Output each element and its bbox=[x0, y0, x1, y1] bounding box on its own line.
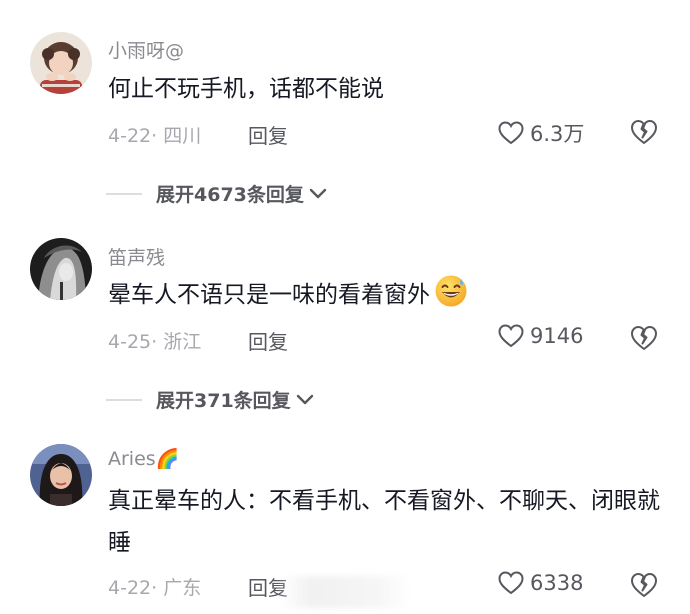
expand-replies-button[interactable]: 展开371条回复 bbox=[106, 386, 315, 413]
comment-text: 晕车人不语只是一味的看着窗外 bbox=[108, 274, 668, 322]
username[interactable]: 笛声残 bbox=[108, 243, 165, 270]
like-count: 6338 bbox=[530, 571, 584, 595]
like-button[interactable]: 9146 bbox=[498, 324, 583, 348]
like-button[interactable]: 6338 bbox=[498, 571, 583, 595]
avatar[interactable] bbox=[30, 444, 92, 506]
broken-heart-icon bbox=[631, 120, 657, 144]
dislike-button[interactable] bbox=[630, 325, 658, 355]
broken-heart-icon bbox=[631, 326, 657, 350]
grinning-sweat-emoji-icon bbox=[434, 274, 468, 322]
reply-button[interactable]: 回复 bbox=[248, 120, 288, 149]
avatar[interactable] bbox=[30, 238, 92, 300]
reply-button[interactable]: 回复 bbox=[248, 326, 288, 355]
avatar-image bbox=[30, 238, 92, 300]
like-button[interactable]: 6.3万 bbox=[498, 118, 584, 148]
broken-heart-icon bbox=[631, 573, 657, 597]
username[interactable]: 小雨呀@ bbox=[108, 36, 184, 63]
expand-replies-button[interactable]: 展开4673条回复 bbox=[106, 180, 328, 207]
avatar-image bbox=[30, 444, 92, 506]
heart-outline-icon bbox=[498, 324, 524, 348]
expand-replies-label: 展开4673条回复 bbox=[156, 184, 304, 206]
comment-meta: 4-25· 浙江 bbox=[108, 331, 202, 353]
comment-text: 真正晕车的人：不看手机、不看窗外、不聊天、闭眼就睡 bbox=[108, 488, 660, 556]
expand-replies-label: 展开371条回复 bbox=[156, 390, 291, 412]
comment-text: 何止不玩手机，话都不能说 bbox=[108, 76, 384, 102]
divider-line bbox=[106, 192, 142, 195]
dislike-button[interactable] bbox=[630, 119, 658, 149]
chevron-down-icon bbox=[296, 394, 313, 404]
comment-meta: 4-22· 广东 bbox=[108, 577, 202, 599]
like-count: 6.3万 bbox=[530, 122, 585, 146]
comment-meta: 4-22· 四川 bbox=[108, 125, 202, 147]
avatar-image bbox=[30, 32, 92, 94]
avatar[interactable] bbox=[30, 32, 92, 94]
heart-outline-icon bbox=[498, 121, 524, 145]
heart-outline-icon bbox=[498, 571, 524, 595]
chevron-down-icon bbox=[309, 188, 327, 198]
divider-line bbox=[106, 398, 142, 401]
like-count: 9146 bbox=[530, 324, 584, 348]
watermark-blur bbox=[280, 576, 410, 608]
comment-text-body: 晕车人不语只是一味的看着窗外 bbox=[108, 282, 430, 308]
dislike-button[interactable] bbox=[630, 572, 658, 602]
username[interactable]: Aries🌈 bbox=[108, 447, 179, 470]
